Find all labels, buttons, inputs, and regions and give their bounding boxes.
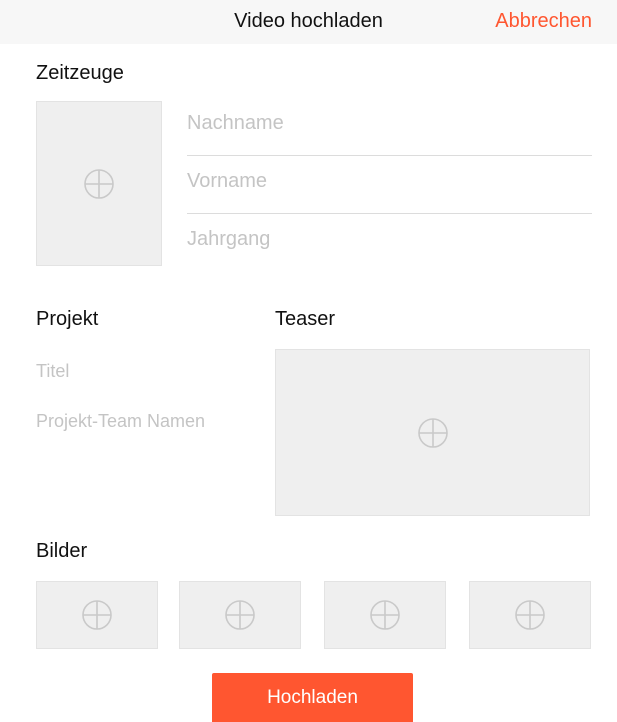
project-team-input[interactable] [36,411,266,432]
year-input[interactable] [187,228,592,251]
plus-circle-icon [417,417,448,448]
witness-heading: Zeitzeuge [36,62,124,84]
firstname-field [187,156,592,214]
plus-circle-icon [82,600,112,630]
teaser-heading: Teaser [275,308,336,330]
plus-circle-icon [370,600,400,630]
image-slot-3[interactable] [324,581,446,649]
cancel-button[interactable]: Abbrechen [495,10,592,33]
witness-photo-button[interactable] [36,101,162,266]
plus-circle-icon [225,600,255,630]
upload-button[interactable]: Hochladen [212,673,413,722]
image-slot-2[interactable] [179,581,301,649]
lastname-input[interactable] [187,112,592,135]
project-heading: Projekt [36,308,99,330]
plus-circle-icon [84,168,114,199]
image-slot-4[interactable] [469,581,591,649]
firstname-input[interactable] [187,170,592,193]
plus-circle-icon [515,600,545,630]
images-heading: Bilder [36,540,88,562]
project-title-input[interactable] [36,361,256,382]
navigation-bar: Video hochladen Abbrechen [0,0,617,44]
image-slot-1[interactable] [36,581,158,649]
year-field [187,214,592,272]
lastname-field [187,98,592,156]
teaser-upload-button[interactable] [275,349,590,516]
